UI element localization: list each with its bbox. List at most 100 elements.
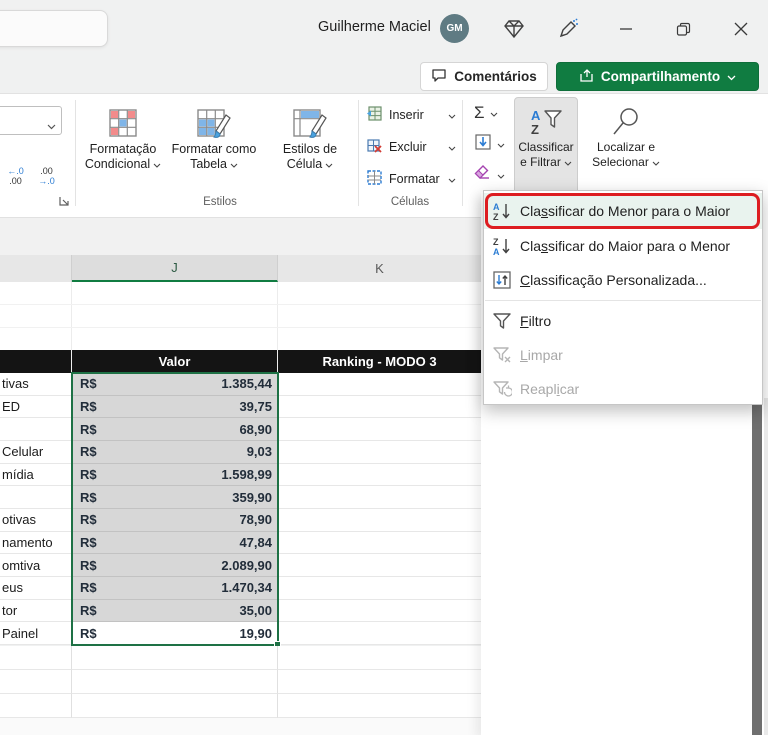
ranking-cell[interactable] xyxy=(278,418,482,442)
ranking-cell[interactable] xyxy=(278,531,482,555)
row-label-cell[interactable] xyxy=(0,418,72,442)
value-cell[interactable]: R$ 19,90 xyxy=(72,622,278,646)
scrollbar-thumb[interactable] xyxy=(752,400,762,735)
minimize-button[interactable] xyxy=(614,17,638,41)
restore-button[interactable] xyxy=(671,17,695,41)
insert-cells-button[interactable]: Inserir xyxy=(366,102,456,128)
insert-cells-icon xyxy=(366,105,383,125)
row-label-cell[interactable]: namento xyxy=(0,531,72,555)
menu-item-sort-descending[interactable]: Z A Classificar do Maior para o Menor xyxy=(484,229,762,263)
column-header-k[interactable]: K xyxy=(278,255,482,282)
ranking-cell[interactable] xyxy=(278,577,482,600)
empty-rows-bottom[interactable] xyxy=(0,646,483,718)
cell-styles-label: Estilos de xyxy=(282,142,338,156)
decrease-decimal-button[interactable]: .00 →.0 xyxy=(33,160,60,191)
ranking-cell[interactable] xyxy=(278,509,482,532)
cell-value: 47,84 xyxy=(239,535,272,551)
ranking-cell[interactable] xyxy=(278,373,482,396)
close-button[interactable] xyxy=(729,17,753,41)
share-button[interactable]: Compartilhamento xyxy=(556,62,759,91)
cell-value: 39,75 xyxy=(239,399,272,414)
dialog-launcher-icon[interactable] xyxy=(57,195,71,209)
row-label-cell[interactable]: tor xyxy=(0,599,72,623)
cell-value: 19,90 xyxy=(239,625,272,641)
value-cell[interactable]: R$ 359,90 xyxy=(72,486,278,510)
value-cell[interactable]: R$ 1.598,99 xyxy=(72,463,278,487)
search-box[interactable] xyxy=(0,10,108,47)
ranking-cell[interactable] xyxy=(278,395,482,419)
delete-cells-button[interactable]: Excluir xyxy=(366,134,456,160)
currency-symbol: R$ xyxy=(80,399,97,414)
table-header-ranking[interactable]: Ranking - MODO 3 xyxy=(278,350,482,373)
menu-item-reapply-filter: Reaplicar xyxy=(484,372,762,406)
ranking-cell[interactable] xyxy=(278,622,482,646)
delete-label: Excluir xyxy=(389,140,427,154)
chevron-down-icon xyxy=(490,104,498,122)
row-label-cell[interactable]: tivas xyxy=(0,373,72,396)
format-cells-button[interactable]: Formatar xyxy=(366,166,456,192)
value-cell[interactable]: R$ 68,90 xyxy=(72,418,278,442)
menu-item-sort-ascending[interactable]: A Z Classificar do Menor para o Maior xyxy=(484,193,762,229)
empty-rows-top[interactable] xyxy=(0,282,483,350)
cell-value: 1.470,34 xyxy=(221,580,272,596)
app-action-row: Comentários Compartilhamento xyxy=(0,58,768,94)
ranking-cell[interactable] xyxy=(278,486,482,510)
svg-text:A: A xyxy=(531,108,541,123)
clear-filter-icon xyxy=(484,345,520,365)
eraser-icon xyxy=(474,164,492,186)
row-label-cell[interactable]: mídia xyxy=(0,463,72,487)
menu-item-filter[interactable]: Filtro xyxy=(484,304,762,338)
column-header-partial[interactable] xyxy=(0,255,72,282)
currency-symbol: R$ xyxy=(80,580,97,596)
value-cell[interactable]: R$ 78,90 xyxy=(72,509,278,532)
table-header-cell[interactable] xyxy=(0,350,72,373)
cell-value: 9,03 xyxy=(246,444,272,460)
column-header-j[interactable]: J xyxy=(72,255,278,282)
format-as-table-button[interactable]: Formatar como Tabela xyxy=(163,98,265,208)
value-cell[interactable]: R$ 1.385,44 xyxy=(72,373,278,396)
row-label-cell[interactable]: eus xyxy=(0,577,72,600)
number-format-combo[interactable] xyxy=(0,106,62,135)
comments-label: Comentários xyxy=(454,69,537,84)
increase-decimal-button[interactable]: ←.0 .00 xyxy=(2,160,29,191)
menu-item-custom-sort[interactable]: Classificação Personalizada... xyxy=(484,263,762,297)
ranking-cell[interactable] xyxy=(278,554,482,578)
table-row: tor R$ 35,00 xyxy=(0,599,483,623)
value-cell[interactable]: R$ 9,03 xyxy=(72,441,278,464)
ranking-cell[interactable] xyxy=(278,441,482,464)
value-cell[interactable]: R$ 2.089,90 xyxy=(72,554,278,578)
table-header-valor[interactable]: Valor xyxy=(72,350,278,373)
table-header-row[interactable]: Valor Ranking - MODO 3 xyxy=(0,350,483,373)
row-label-cell[interactable]: omtiva xyxy=(0,554,72,578)
value-cell[interactable]: R$ 1.470,34 xyxy=(72,577,278,600)
conditional-formatting-button[interactable]: Formatação Condicional xyxy=(83,98,163,208)
comments-button[interactable]: Comentários xyxy=(420,62,548,91)
chevron-down-icon xyxy=(497,135,505,153)
presenter-pen-icon[interactable] xyxy=(556,17,580,41)
svg-text:Z: Z xyxy=(531,122,539,137)
row-label-cell[interactable]: Celular xyxy=(0,441,72,464)
value-cell[interactable]: R$ 39,75 xyxy=(72,395,278,419)
column-headers: J K xyxy=(0,255,483,282)
autosum-button[interactable]: Σ xyxy=(470,100,516,126)
table-row: R$ 359,90 xyxy=(0,486,483,510)
value-cell[interactable]: R$ 35,00 xyxy=(72,599,278,623)
row-label-cell[interactable]: Painel xyxy=(0,622,72,646)
cell-styles-button[interactable]: Estilos de Célula xyxy=(265,98,355,208)
fill-button[interactable] xyxy=(470,131,516,157)
row-label-cell[interactable]: ED xyxy=(0,395,72,419)
table-row: ED R$ 39,75 xyxy=(0,395,483,419)
avatar[interactable]: GM xyxy=(440,14,469,43)
cell-value: 2.089,90 xyxy=(221,557,272,573)
value-cell[interactable]: R$ 47,84 xyxy=(72,531,278,555)
table-row: mídia R$ 1.598,99 xyxy=(0,463,483,487)
premium-diamond-icon[interactable] xyxy=(502,17,526,41)
table-row: omtiva R$ 2.089,90 xyxy=(0,554,483,578)
ranking-cell[interactable] xyxy=(278,599,482,623)
currency-symbol: R$ xyxy=(80,512,97,528)
row-label-cell[interactable]: otivas xyxy=(0,509,72,532)
ranking-cell[interactable] xyxy=(278,463,482,487)
row-label-cell[interactable] xyxy=(0,486,72,510)
delete-cells-icon xyxy=(366,137,383,157)
clear-button[interactable] xyxy=(470,162,516,188)
